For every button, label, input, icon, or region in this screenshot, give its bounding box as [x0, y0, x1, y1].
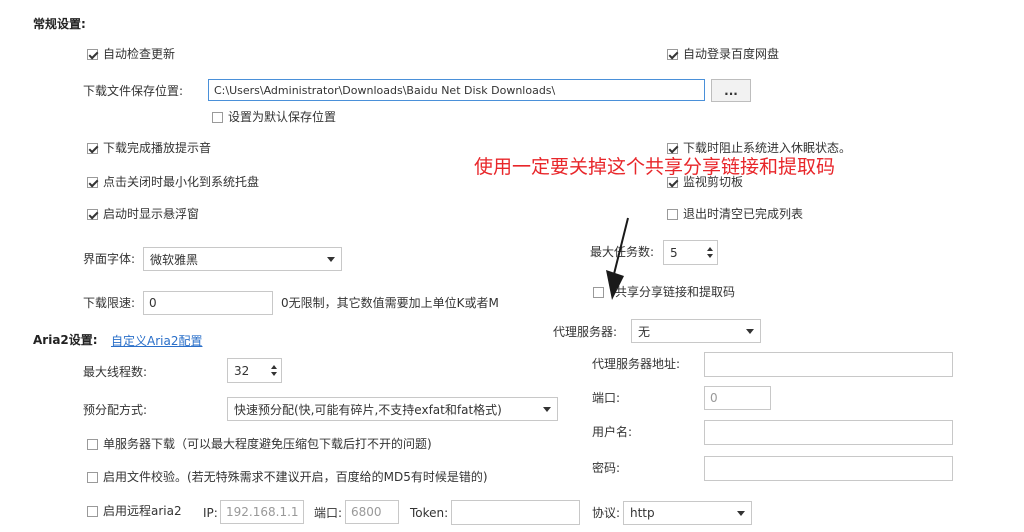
set-default-path-label: 设置为默认保存位置: [228, 110, 337, 124]
single-server-label: 单服务器下载（可以最大程度避免压缩包下载后打不开的问题): [103, 437, 432, 451]
monitor-clipboard-label: 监视剪切板: [683, 175, 744, 189]
prealloc-value: 快速预分配(快,可能有碎片,不支持exfat和fat格式): [234, 402, 502, 417]
remote-aria2-checkbox[interactable]: 启用远程aria2: [87, 503, 182, 519]
download-path-input[interactable]: C:\Users\Administrator\Downloads\Baidu N…: [208, 79, 705, 101]
checkbox-checked-icon[interactable]: [87, 208, 98, 220]
proxy-user-label: 用户名:: [592, 425, 633, 439]
single-server-checkbox[interactable]: 单服务器下载（可以最大程度避免压缩包下载后打不开的问题): [87, 436, 432, 452]
proxy-server-label: 代理服务器:: [553, 325, 618, 339]
show-float-label: 启动时显示悬浮窗: [103, 207, 200, 221]
chevron-down-icon: [746, 328, 754, 334]
checkbox-unchecked-icon[interactable]: [212, 111, 223, 123]
auto-check-update-checkbox[interactable]: 自动检查更新: [87, 46, 175, 62]
chevron-down-icon: [543, 406, 551, 412]
prealloc-label: 预分配方式:: [83, 403, 148, 417]
max-threads-label: 最大线程数:: [83, 365, 148, 379]
protocol-label: 协议:: [592, 506, 621, 520]
monitor-clipboard-checkbox[interactable]: 监视剪切板: [667, 174, 743, 190]
proxy-password-input[interactable]: [704, 456, 953, 481]
protocol-select[interactable]: http: [623, 501, 752, 525]
remote-aria2-label: 启用远程aria2: [103, 504, 182, 518]
ip-label: IP:: [203, 506, 218, 520]
spin-up-icon[interactable]: [707, 247, 713, 251]
clear-on-exit-checkbox[interactable]: 退出时清空已完成列表: [667, 206, 803, 222]
share-link-label: 共享分享链接和提取码: [615, 285, 736, 299]
proxy-user-input[interactable]: [704, 420, 953, 445]
remote-port-input[interactable]: 6800: [345, 500, 399, 524]
speed-limit-label: 下载限速:: [83, 296, 136, 310]
minimize-tray-label: 点击关闭时最小化到系统托盘: [103, 175, 260, 189]
protocol-value: http: [630, 506, 655, 520]
browse-button[interactable]: ...: [711, 79, 751, 102]
share-link-checkbox[interactable]: 共享分享链接和提取码: [593, 284, 735, 300]
checkbox-checked-icon[interactable]: [667, 176, 678, 188]
minimize-tray-checkbox[interactable]: 点击关闭时最小化到系统托盘: [87, 174, 259, 190]
proxy-port-label: 端口:: [592, 391, 621, 405]
chevron-down-icon: [737, 510, 745, 516]
auto-login-checkbox[interactable]: 自动登录百度网盘: [667, 46, 779, 62]
prealloc-select[interactable]: 快速预分配(快,可能有碎片,不支持exfat和fat格式): [227, 397, 558, 421]
chevron-down-icon: [327, 256, 335, 262]
auto-check-update-label: 自动检查更新: [103, 47, 176, 61]
checkbox-unchecked-icon[interactable]: [87, 471, 98, 483]
checkbox-unchecked-icon[interactable]: [87, 505, 98, 517]
font-label: 界面字体:: [83, 252, 136, 266]
play-sound-checkbox[interactable]: 下载完成播放提示音: [87, 140, 211, 156]
file-check-checkbox[interactable]: 启用文件校验。(若无特殊需求不建议开启，百度给的MD5有时候是错的): [87, 469, 488, 485]
proxy-password-label: 密码:: [592, 461, 621, 475]
proxy-server-value: 无: [638, 324, 651, 339]
proxy-address-input[interactable]: [704, 352, 953, 377]
spin-up-icon[interactable]: [271, 365, 277, 369]
max-threads-value: 32: [234, 363, 250, 378]
font-select[interactable]: 微软雅黑: [143, 247, 342, 271]
file-check-label: 启用文件校验。(若无特殊需求不建议开启，百度给的MD5有时候是错的): [103, 470, 488, 484]
max-threads-spinner[interactable]: 32: [227, 358, 282, 383]
proxy-server-select[interactable]: 无: [631, 319, 761, 343]
custom-aria2-config-link[interactable]: 自定义Aria2配置: [111, 332, 202, 349]
play-sound-label: 下载完成播放提示音: [103, 141, 212, 155]
checkbox-checked-icon[interactable]: [87, 48, 98, 60]
auto-login-label: 自动登录百度网盘: [683, 47, 780, 61]
proxy-port-input[interactable]: 0: [704, 386, 771, 410]
download-path-label: 下载文件保存位置:: [83, 84, 184, 98]
token-label: Token:: [410, 506, 449, 520]
max-tasks-value: 5: [670, 245, 678, 260]
show-float-checkbox[interactable]: 启动时显示悬浮窗: [87, 206, 199, 222]
spin-down-icon[interactable]: [271, 372, 277, 376]
max-tasks-spinner[interactable]: 5: [663, 240, 718, 265]
token-input[interactable]: [451, 500, 580, 525]
checkbox-checked-icon[interactable]: [667, 48, 678, 60]
proxy-address-label: 代理服务器地址:: [592, 357, 681, 371]
font-select-value: 微软雅黑: [150, 252, 199, 267]
remote-port-label: 端口:: [314, 506, 343, 520]
speed-limit-input[interactable]: 0: [143, 291, 273, 315]
set-default-path-checkbox[interactable]: 设置为默认保存位置: [212, 109, 336, 125]
checkbox-unchecked-icon[interactable]: [667, 208, 678, 220]
spin-down-icon[interactable]: [707, 254, 713, 258]
ip-input[interactable]: 192.168.1.1: [220, 500, 304, 524]
red-annotation-text: 使用一定要关掉这个共享分享链接和提取码: [474, 156, 836, 178]
general-section-title: 常规设置:: [33, 17, 86, 31]
clear-on-exit-label: 退出时清空已完成列表: [683, 207, 804, 221]
checkbox-checked-icon[interactable]: [87, 142, 98, 154]
checkbox-unchecked-icon[interactable]: [87, 438, 98, 450]
speed-limit-hint: 0无限制，其它数值需要加上单位K或者M: [281, 296, 499, 310]
checkbox-checked-icon[interactable]: [87, 176, 98, 188]
checkbox-unchecked-icon[interactable]: [593, 286, 604, 298]
aria2-section-title: Aria2设置:: [33, 333, 98, 347]
